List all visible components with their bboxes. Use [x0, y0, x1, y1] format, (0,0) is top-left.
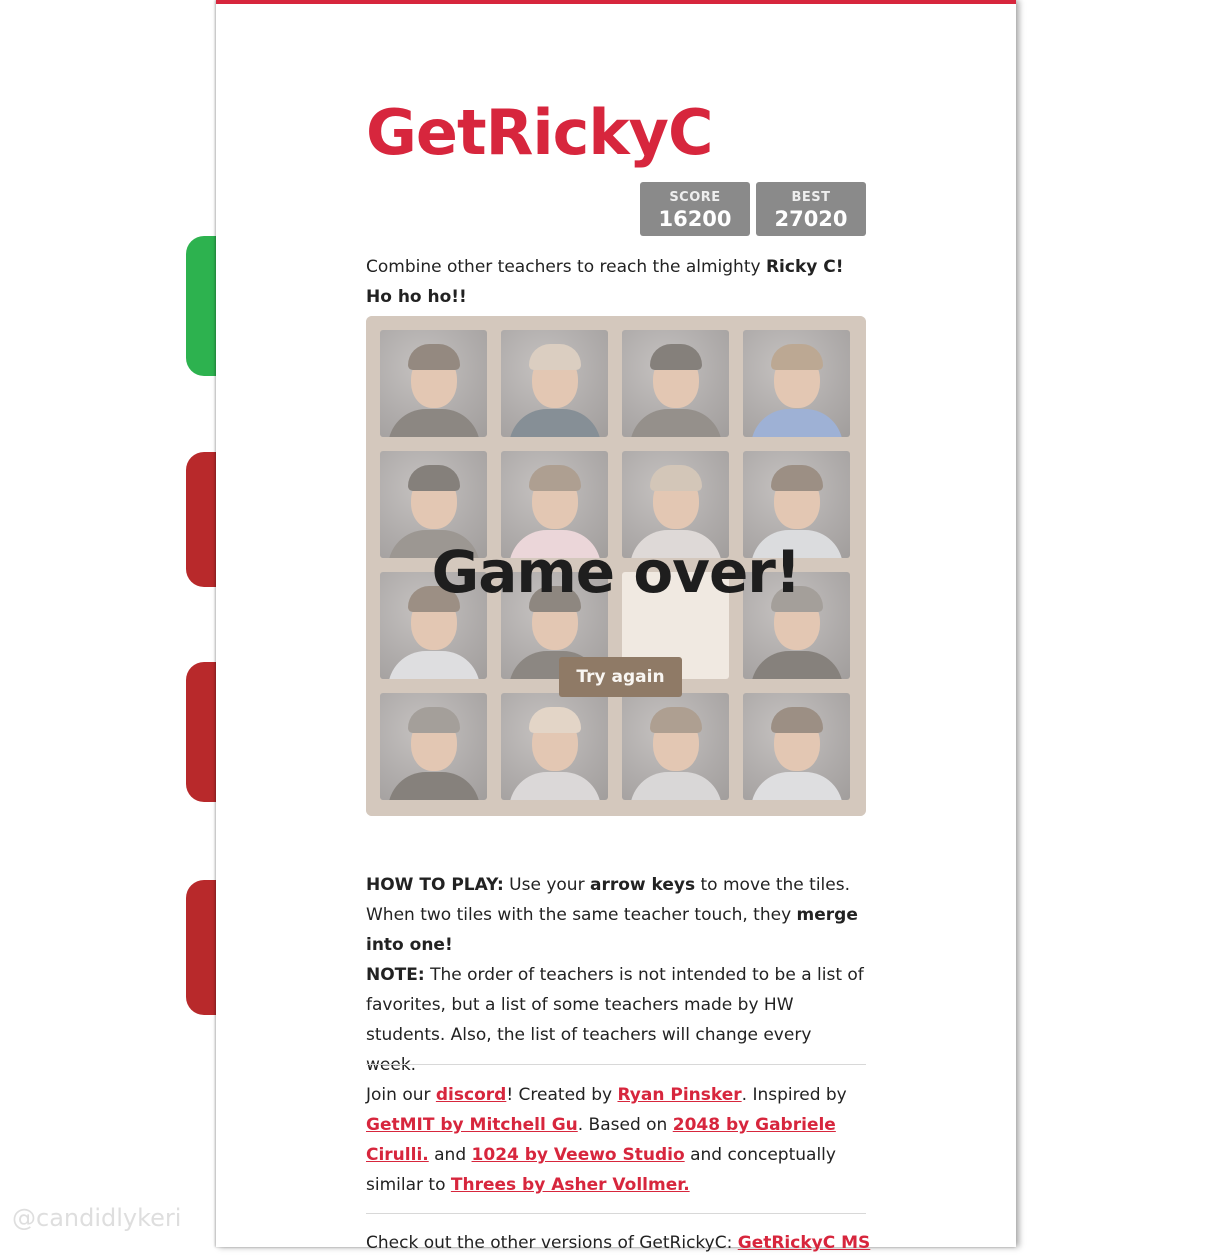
page-container: GetRickyC SCORE 16200 BEST 27020 Combine…	[216, 0, 1016, 1253]
credits-text: . Inspired by	[741, 1085, 847, 1105]
best-label: BEST	[791, 190, 831, 205]
divider	[366, 1213, 866, 1214]
credits-text: ! Created by	[506, 1085, 618, 1105]
howto-heading: HOW TO PLAY:	[366, 875, 504, 895]
note-text: The order of teachers is not intended to…	[366, 965, 864, 1075]
threes-link[interactable]: Threes by Asher Vollmer.	[451, 1175, 690, 1195]
try-again-button[interactable]: Try again	[559, 657, 682, 697]
intro-body: Combine other teachers to reach the almi…	[366, 257, 766, 277]
other-versions: Check out the other versions of GetRicky…	[366, 1228, 886, 1258]
score-box: SCORE 16200	[640, 182, 750, 236]
howto-bold: arrow keys	[589, 875, 696, 895]
discord-link[interactable]: discord	[436, 1085, 506, 1105]
other-versions-text: Check out the other versions of GetRicky…	[366, 1233, 738, 1253]
getrickyc-ms-link[interactable]: GetRickyC MS	[738, 1233, 871, 1253]
note-heading: NOTE:	[366, 965, 425, 985]
credits-text: Join our	[366, 1085, 436, 1105]
score-value: 16200	[658, 207, 732, 231]
best-score-box: BEST 27020	[756, 182, 866, 236]
getmit-link[interactable]: GetMIT by Mitchell Gu	[366, 1115, 578, 1135]
intro-text: Combine other teachers to reach the almi…	[366, 252, 866, 312]
page-title: GetRickyC	[366, 96, 713, 169]
watermark: @candidlykeri	[12, 1204, 182, 1232]
best-value: 27020	[774, 207, 848, 231]
score-panel: SCORE 16200 BEST 27020	[640, 182, 866, 236]
divider	[366, 1064, 866, 1065]
game-board[interactable]: Game over! Try again	[366, 316, 866, 816]
game-over-message: Game over!	[431, 538, 802, 606]
game-1024-link[interactable]: 1024 by Veewo Studio	[472, 1145, 685, 1165]
how-to-play: HOW TO PLAY: Use your arrow keys to move…	[366, 870, 866, 1080]
howto-text: Use your	[503, 875, 590, 895]
credits-text: and	[428, 1145, 472, 1165]
credits-text: . Based on	[577, 1115, 673, 1135]
author-link[interactable]: Ryan Pinsker	[617, 1085, 741, 1105]
score-label: SCORE	[669, 190, 721, 205]
credits: Join our discord! Created by Ryan Pinske…	[366, 1080, 866, 1200]
